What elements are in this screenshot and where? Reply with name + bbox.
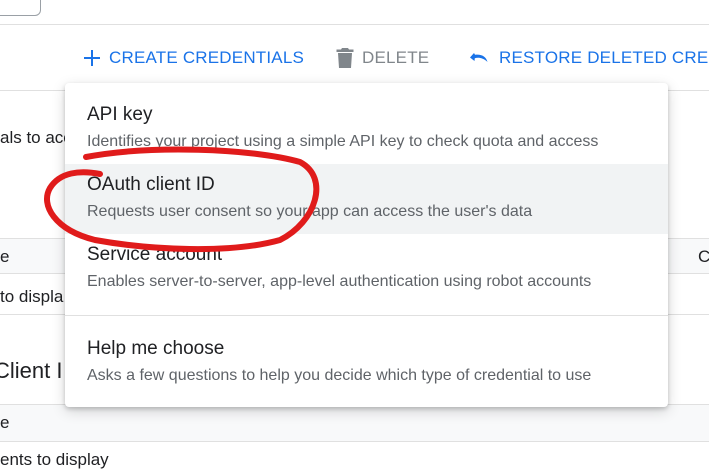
plus-icon	[83, 49, 101, 67]
trash-icon	[336, 48, 354, 68]
menu-divider	[65, 315, 668, 316]
api-keys-col-name: e	[0, 247, 10, 266]
intro-text-fragment: als to acc	[0, 128, 72, 147]
header-divider	[0, 24, 709, 25]
oauth-empty-text: ents to display	[0, 450, 109, 469]
menu-item-api-key[interactable]: API key Identifies your project using a …	[65, 94, 668, 164]
create-credentials-label: CREATE CREDENTIALS	[109, 48, 305, 67]
menu-item-description: Enables server-to-server, app-level auth…	[87, 273, 592, 290]
menu-item-service-account[interactable]: Service account Enables server-to-server…	[65, 234, 668, 304]
menu-item-title: Service account	[87, 244, 223, 265]
delete-label: DELETE	[362, 48, 430, 67]
restore-label: RESTORE DELETED CREDE	[499, 48, 709, 67]
oauth-table-header	[0, 404, 709, 442]
menu-item-description: Identifies your project using a simple A…	[87, 133, 599, 150]
restore-deleted-credentials-button[interactable]: RESTORE DELETED CREDE	[469, 42, 709, 74]
create-credentials-menu: API key Identifies your project using a …	[65, 83, 668, 407]
menu-item-help-me-choose[interactable]: Help me choose Asks a few questions to h…	[65, 328, 668, 398]
top-left-field[interactable]	[0, 0, 41, 16]
create-credentials-button[interactable]: CREATE CREDENTIALS	[83, 42, 304, 74]
oauth-col-name: e	[0, 413, 10, 432]
action-toolbar: CREATE CREDENTIALS DELETE RESTORE DELETE…	[0, 42, 709, 74]
delete-button[interactable]: DELETE	[336, 42, 429, 74]
menu-item-title: Help me choose	[87, 338, 225, 359]
api-keys-col-created: C	[698, 247, 709, 266]
undo-icon	[469, 49, 491, 67]
menu-item-title: OAuth client ID	[87, 174, 215, 195]
api-keys-empty-text: to displa	[0, 287, 64, 306]
oauth-section-title: Client I	[0, 358, 63, 383]
menu-item-title: API key	[87, 104, 153, 125]
menu-item-oauth-client-id[interactable]: OAuth client ID Requests user consent so…	[65, 164, 668, 234]
menu-item-description: Asks a few questions to help you decide …	[87, 367, 592, 384]
menu-item-description: Requests user consent so your app can ac…	[87, 203, 533, 220]
